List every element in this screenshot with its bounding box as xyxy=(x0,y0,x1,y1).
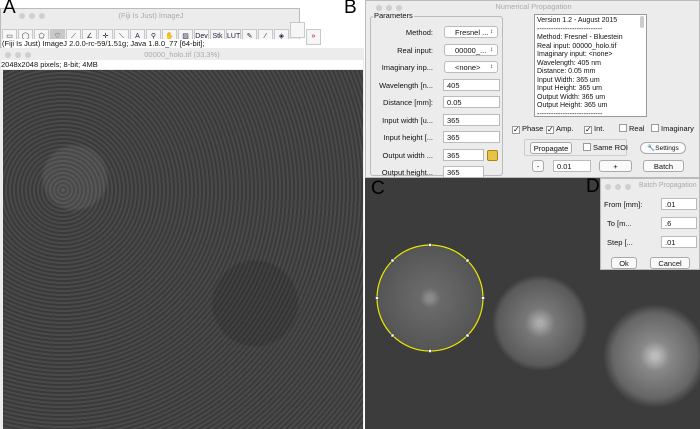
param-select[interactable]: <none> xyxy=(444,61,498,73)
settings-label: Settings xyxy=(655,145,679,152)
log-line: Version 1.2 - August 2015 xyxy=(537,17,618,24)
param-label: Output width ... xyxy=(382,150,433,160)
hologram-image[interactable] xyxy=(3,70,363,429)
empty-tool-slot[interactable] xyxy=(290,22,305,38)
roi-handle[interactable] xyxy=(465,333,470,338)
batch-field-label: To [m... xyxy=(607,219,632,228)
image-info: 2048x2048 pixels; 8-bit; 4MB xyxy=(1,60,363,69)
batch-title: Batch Propagation xyxy=(639,182,697,189)
parameters-label: Parameters xyxy=(373,11,414,20)
checkbox-box[interactable]: ✓ xyxy=(512,126,520,134)
param-input[interactable]: 0.05 xyxy=(443,96,500,108)
param-label: Distance [mm]: xyxy=(382,98,433,107)
checkbox-box[interactable] xyxy=(619,124,627,132)
image-window: 00000_holo.tif (33.3%) 2048x2048 pixels;… xyxy=(0,48,364,429)
param-input[interactable]: 365 xyxy=(443,166,484,178)
roi-handle[interactable] xyxy=(428,349,432,353)
step-input[interactable]: 0.01 xyxy=(553,160,591,172)
same-roi-label: Same ROI xyxy=(593,143,629,152)
checkbox-box[interactable] xyxy=(651,124,659,132)
checkbox-amp[interactable]: ✓ Amp. xyxy=(546,124,574,134)
checkbox-real[interactable]: Real xyxy=(619,124,644,133)
param-label: Wavelength [n... xyxy=(379,80,433,90)
param-input[interactable]: 405 xyxy=(443,78,500,91)
roi-handle[interactable] xyxy=(465,258,470,263)
panel-label-b: B xyxy=(344,0,357,18)
imagej-title: (Fiji Is Just) ImageJ xyxy=(118,11,184,20)
checkbox-label: Imaginary xyxy=(661,124,694,133)
log-line: Output Width: 365 um xyxy=(537,93,606,101)
batch-field-input[interactable]: .6 xyxy=(661,217,697,229)
log-line: Distance: 0.05 mm xyxy=(537,68,596,75)
param-label: Input height [... xyxy=(383,133,433,142)
log-line: Input Width: 365 um xyxy=(537,76,600,84)
param-label: Method: xyxy=(405,28,433,37)
log-line: Output Height: 365 um xyxy=(537,102,608,109)
checkbox-int[interactable]: ✓ Int. xyxy=(584,124,604,134)
param-label: Real input: xyxy=(397,45,433,55)
param-input[interactable]: 365 xyxy=(443,148,484,161)
checkbox-label: Phase xyxy=(522,124,544,133)
batch-propagation-dialog: Batch Propagation Ok Cancel From [mm]: .0… xyxy=(600,178,700,270)
panel-label-d: D xyxy=(586,176,600,197)
roi-handle[interactable] xyxy=(428,243,432,247)
param-label: Output height... xyxy=(381,168,433,177)
param-select[interactable]: Fresnel ... xyxy=(444,26,498,38)
increase-step-button[interactable]: + xyxy=(599,160,632,172)
panel-label-c: C xyxy=(371,178,385,199)
roi-handle[interactable] xyxy=(390,258,395,263)
roi-handle[interactable] xyxy=(390,333,395,338)
numprop-title: Numerical Propagation xyxy=(495,2,572,11)
param-label: Imaginary inp... xyxy=(381,63,433,72)
cancel-button[interactable]: Cancel xyxy=(650,257,690,269)
ok-button[interactable]: Ok xyxy=(611,257,637,269)
checkbox-label: Int. xyxy=(594,124,605,133)
checkbox-label: Real xyxy=(629,124,645,133)
batch-field-label: From [mm]: xyxy=(604,200,643,209)
log-line: Imaginary input: <none> xyxy=(537,51,613,58)
log-line: Input Height: 365 um xyxy=(537,85,602,92)
log-line: Method: Fresnel - Bluestein xyxy=(537,34,623,41)
log-scrollbar[interactable] xyxy=(640,16,644,28)
param-input[interactable]: 365 xyxy=(443,113,500,126)
checkbox-box[interactable]: ✓ xyxy=(584,126,592,134)
image-title: 00000_holo.tif (33.3%) xyxy=(144,50,220,59)
imagej-window: (Fiji Is Just) ImageJ ▭ ◯ ⬠ ♡ ⟋ ∠ ✛ ⟍ A ⚲ ✋ ▨ Dev Stk… xyxy=(0,8,321,48)
log-line: ---------------------------- xyxy=(537,25,603,33)
decrease-step-button[interactable]: - xyxy=(532,160,544,172)
same-roi-checkbox[interactable]: Same ROI xyxy=(583,143,628,152)
log-line: Wavelength: 405 nm xyxy=(537,59,601,67)
checkbox-label: Amp. xyxy=(556,124,574,133)
log-output[interactable]: Version 1.2 - August 2015 ---------------… xyxy=(534,14,647,117)
settings-button[interactable]: 🔧Settings xyxy=(640,142,686,154)
checkbox-phase[interactable]: ✓ Phase xyxy=(512,124,543,134)
panel-label-a: A xyxy=(3,0,16,18)
param-input[interactable]: 365 xyxy=(443,131,500,143)
log-line: Real input: 00000_holo.tif xyxy=(537,42,617,50)
batch-field-input[interactable]: .01 xyxy=(661,236,697,248)
batch-button[interactable]: Batch xyxy=(643,160,684,172)
param-label: Input width [u... xyxy=(382,115,433,125)
numerical-propagation-window: Numerical Propagation Parameters Version… xyxy=(365,0,700,178)
checkbox-imaginary[interactable]: Imaginary xyxy=(651,124,694,133)
batch-field-label: Step [... xyxy=(607,238,633,247)
lock-icon[interactable] xyxy=(487,150,498,161)
roi-handle[interactable] xyxy=(481,296,485,300)
checkbox-box[interactable]: ✓ xyxy=(546,126,554,134)
window-controls[interactable] xyxy=(605,183,635,192)
batch-field-input[interactable]: .01 xyxy=(661,198,697,210)
log-line: ---------------------------- xyxy=(537,110,603,117)
param-select[interactable]: 00000_... xyxy=(444,43,498,56)
roi-handle[interactable] xyxy=(375,296,379,300)
checkbox-box[interactable] xyxy=(583,143,591,151)
propagate-button[interactable]: Propagate xyxy=(530,142,572,154)
status-bar: (Fiji Is Just) ImageJ 2.0.0-rc-59/1.51g;… xyxy=(2,39,300,48)
more-icon[interactable]: » xyxy=(306,29,321,45)
